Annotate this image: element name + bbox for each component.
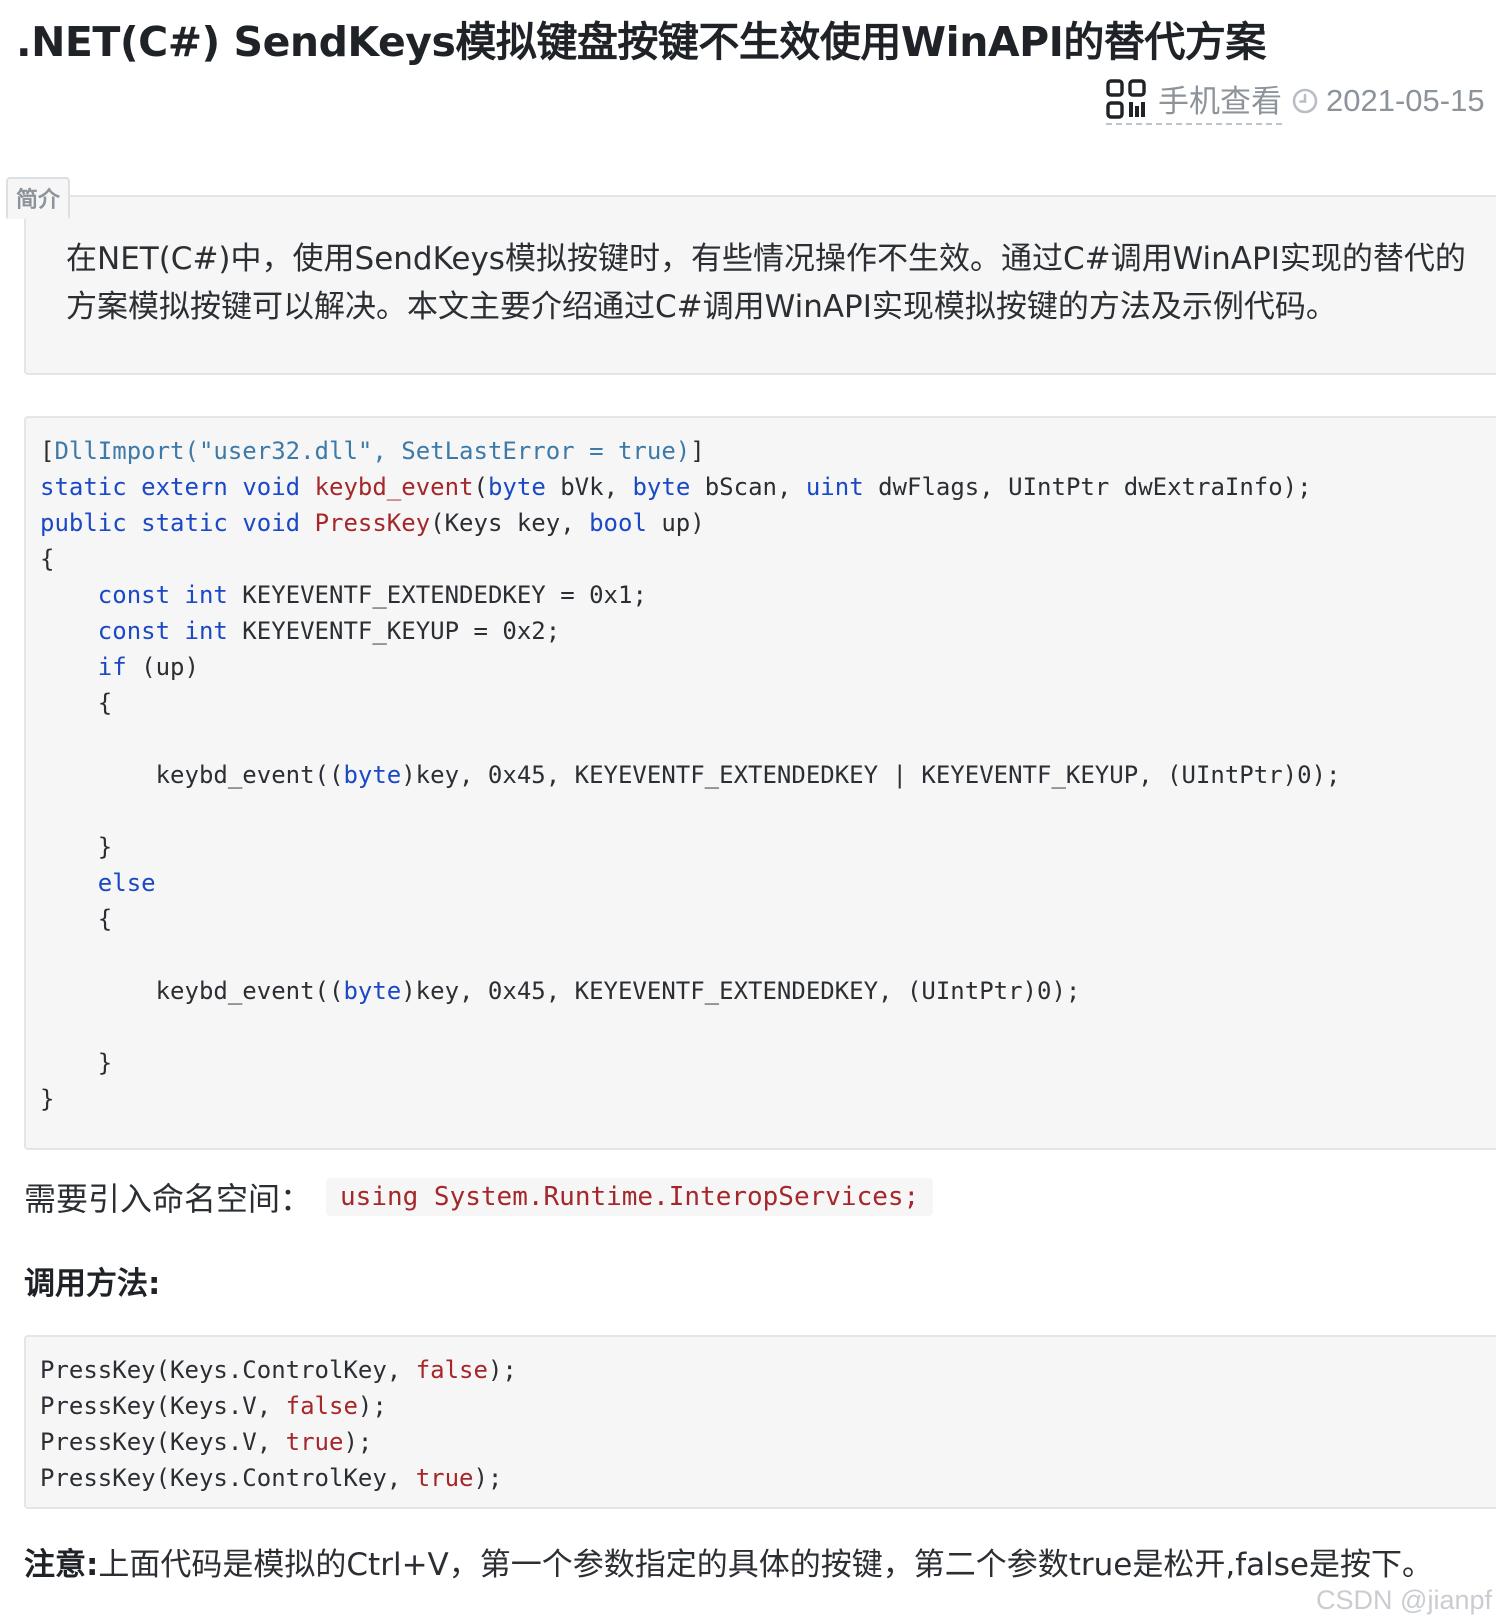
note-text: 上面代码是模拟的Ctrl+V，第一个参数指定的具体的按键，第二个参数true是松… xyxy=(98,1547,1433,1583)
intro-summary: 在NET(C#)中，使用SendKeys模拟按键时，有些情况操作不生效。通过C#… xyxy=(24,195,1496,375)
namespace-requirement: 需要引入命名空间： using System.Runtime.InteropSe… xyxy=(24,1174,934,1220)
code-block-usage: PressKey(Keys.ControlKey, false); PressK… xyxy=(24,1335,1496,1509)
code-block-winapi: [DllImport("user32.dll", SetLastError = … xyxy=(24,416,1496,1150)
mobile-view-link[interactable]: 手机查看 xyxy=(1106,76,1282,125)
intro-tab: 简介 xyxy=(6,177,70,219)
mobile-view-label[interactable]: 手机查看 xyxy=(1158,76,1282,121)
article-title: .NET(C#) SendKeys模拟键盘按键不生效使用WinAPI的替代方案 xyxy=(16,18,1266,66)
article-meta: 手机查看 2021-05-15 xyxy=(1106,76,1485,125)
qr-code-icon xyxy=(1106,78,1146,119)
publish-date: 2021-05-15 xyxy=(1326,82,1485,118)
intro-text: 在NET(C#)中，使用SendKeys模拟按键时，有些情况操作不生效。通过C#… xyxy=(66,241,1466,325)
usage-note: 注意:上面代码是模拟的Ctrl+V，第一个参数指定的具体的按键，第二个参数tru… xyxy=(24,1539,1433,1584)
clock-icon xyxy=(1292,88,1318,113)
call-method-heading: 调用方法: xyxy=(24,1266,161,1302)
namespace-code: using System.Runtime.InteropServices; xyxy=(326,1178,934,1216)
note-label: 注意: xyxy=(24,1547,99,1583)
namespace-label: 需要引入命名空间： xyxy=(24,1180,313,1218)
csdn-watermark: CSDN @jianpf xyxy=(1316,1585,1492,1615)
